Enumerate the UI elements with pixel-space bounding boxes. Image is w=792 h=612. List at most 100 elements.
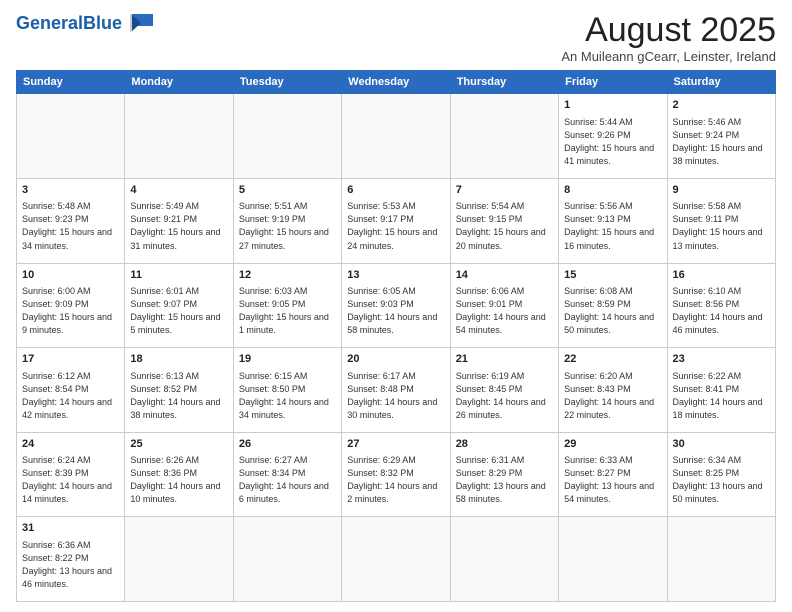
logo-text: GeneralBlue [16, 14, 122, 32]
col-monday: Monday [125, 71, 233, 94]
table-row: 8Sunrise: 5:56 AM Sunset: 9:13 PM Daylig… [559, 178, 667, 263]
day-number: 26 [239, 437, 336, 452]
day-number: 23 [673, 352, 770, 367]
day-info: Sunrise: 6:08 AM Sunset: 8:59 PM Dayligh… [564, 285, 661, 337]
day-info: Sunrise: 6:31 AM Sunset: 8:29 PM Dayligh… [456, 454, 553, 506]
table-row [450, 94, 558, 179]
day-info: Sunrise: 6:36 AM Sunset: 8:22 PM Dayligh… [22, 539, 119, 591]
day-number: 8 [564, 183, 661, 198]
day-number: 7 [456, 183, 553, 198]
header: GeneralBlue August 2025 An Muileann gCea… [16, 12, 776, 64]
table-row [233, 94, 341, 179]
page: GeneralBlue August 2025 An Muileann gCea… [0, 0, 792, 612]
day-info: Sunrise: 5:58 AM Sunset: 9:11 PM Dayligh… [673, 200, 770, 252]
table-row: 17 Sunrise: 6:12 AM Sunset: 8:54 PM Dayli… [17, 348, 125, 433]
day-info: Sunrise: 5:49 AM Sunset: 9:21 PM Dayligh… [130, 200, 227, 252]
table-row [450, 517, 558, 602]
day-number: 29 [564, 437, 661, 452]
table-row: 13 Sunrise: 6:05 AM Sunset: 9:03 PM Dayli… [342, 263, 450, 348]
day-number: 15 [564, 268, 661, 283]
table-row: 25 Sunrise: 6:26 AM Sunset: 8:36 PM Dayli… [125, 432, 233, 517]
table-row [125, 517, 233, 602]
table-row [342, 517, 450, 602]
col-tuesday: Tuesday [233, 71, 341, 94]
logo-general: General [16, 13, 83, 33]
day-info: Sunrise: 6:00 AM Sunset: 9:09 PM Dayligh… [22, 285, 119, 337]
day-number: 12 [239, 268, 336, 283]
table-row: 30 Sunrise: 6:34 AM Sunset: 8:25 PM Dayli… [667, 432, 775, 517]
table-row [233, 517, 341, 602]
calendar-table: Sunday Monday Tuesday Wednesday Thursday… [16, 70, 776, 602]
day-info: Sunrise: 6:29 AM Sunset: 8:32 PM Dayligh… [347, 454, 444, 506]
day-number: 1 [564, 98, 661, 113]
table-row: 20 Sunrise: 6:17 AM Sunset: 8:48 PM Dayli… [342, 348, 450, 433]
table-row: 18Sunrise: 6:13 AM Sunset: 8:52 PM Dayli… [125, 348, 233, 433]
table-row [17, 94, 125, 179]
day-info: Sunrise: 6:10 AM Sunset: 8:56 PM Dayligh… [673, 285, 770, 337]
day-info: Sunrise: 6:27 AM Sunset: 8:34 PM Dayligh… [239, 454, 336, 506]
table-row: 28 Sunrise: 6:31 AM Sunset: 8:29 PM Dayli… [450, 432, 558, 517]
day-info: Sunrise: 6:33 AM Sunset: 8:27 PM Dayligh… [564, 454, 661, 506]
table-row: 5 Sunrise: 5:51 AM Sunset: 9:19 PM Daylig… [233, 178, 341, 263]
day-number: 31 [22, 521, 119, 536]
table-row: 7 Sunrise: 5:54 AM Sunset: 9:15 PM Daylig… [450, 178, 558, 263]
day-info: Sunrise: 6:05 AM Sunset: 9:03 PM Dayligh… [347, 285, 444, 337]
col-sunday: Sunday [17, 71, 125, 94]
table-row: 2Sunrise: 5:46 AM Sunset: 9:24 PM Daylig… [667, 94, 775, 179]
day-number: 20 [347, 352, 444, 367]
day-number: 28 [456, 437, 553, 452]
col-wednesday: Wednesday [342, 71, 450, 94]
logo-icon [127, 12, 155, 34]
col-saturday: Saturday [667, 71, 775, 94]
day-info: Sunrise: 5:54 AM Sunset: 9:15 PM Dayligh… [456, 200, 553, 252]
calendar-title: August 2025 [561, 12, 776, 49]
table-row: 19Sunrise: 6:15 AM Sunset: 8:50 PM Dayli… [233, 348, 341, 433]
day-info: Sunrise: 6:03 AM Sunset: 9:05 PM Dayligh… [239, 285, 336, 337]
day-info: Sunrise: 5:53 AM Sunset: 9:17 PM Dayligh… [347, 200, 444, 252]
day-info: Sunrise: 5:51 AM Sunset: 9:19 PM Dayligh… [239, 200, 336, 252]
table-row: 15 Sunrise: 6:08 AM Sunset: 8:59 PM Dayli… [559, 263, 667, 348]
day-number: 5 [239, 183, 336, 198]
day-info: Sunrise: 6:12 AM Sunset: 8:54 PM Dayligh… [22, 370, 119, 422]
day-number: 25 [130, 437, 227, 452]
day-number: 14 [456, 268, 553, 283]
table-row [559, 517, 667, 602]
day-number: 11 [130, 268, 227, 283]
logo-blue: Blue [83, 13, 122, 33]
table-row [125, 94, 233, 179]
day-info: Sunrise: 6:34 AM Sunset: 8:25 PM Dayligh… [673, 454, 770, 506]
table-row: 27 Sunrise: 6:29 AM Sunset: 8:32 PM Dayli… [342, 432, 450, 517]
title-block: August 2025 An Muileann gCearr, Leinster… [561, 12, 776, 64]
day-number: 10 [22, 268, 119, 283]
day-info: Sunrise: 6:26 AM Sunset: 8:36 PM Dayligh… [130, 454, 227, 506]
table-row: 14 Sunrise: 6:06 AM Sunset: 9:01 PM Dayli… [450, 263, 558, 348]
calendar-subtitle: An Muileann gCearr, Leinster, Ireland [561, 49, 776, 64]
day-number: 17 [22, 352, 119, 367]
day-info: Sunrise: 5:44 AM Sunset: 9:26 PM Dayligh… [564, 116, 661, 168]
day-info: Sunrise: 6:06 AM Sunset: 9:01 PM Dayligh… [456, 285, 553, 337]
table-row: 24Sunrise: 6:24 AM Sunset: 8:39 PM Dayli… [17, 432, 125, 517]
col-friday: Friday [559, 71, 667, 94]
day-info: Sunrise: 5:48 AM Sunset: 9:23 PM Dayligh… [22, 200, 119, 252]
logo: GeneralBlue [16, 12, 155, 34]
table-row: 3 Sunrise: 5:48 AM Sunset: 9:23 PM Daylig… [17, 178, 125, 263]
day-number: 30 [673, 437, 770, 452]
day-number: 13 [347, 268, 444, 283]
table-row: 31 Sunrise: 6:36 AM Sunset: 8:22 PM Dayli… [17, 517, 125, 602]
day-info: Sunrise: 6:01 AM Sunset: 9:07 PM Dayligh… [130, 285, 227, 337]
day-number: 18 [130, 352, 227, 367]
table-row: 9Sunrise: 5:58 AM Sunset: 9:11 PM Daylig… [667, 178, 775, 263]
day-info: Sunrise: 6:20 AM Sunset: 8:43 PM Dayligh… [564, 370, 661, 422]
day-number: 27 [347, 437, 444, 452]
day-info: Sunrise: 6:19 AM Sunset: 8:45 PM Dayligh… [456, 370, 553, 422]
day-number: 22 [564, 352, 661, 367]
day-info: Sunrise: 6:22 AM Sunset: 8:41 PM Dayligh… [673, 370, 770, 422]
day-number: 4 [130, 183, 227, 198]
day-number: 6 [347, 183, 444, 198]
table-row: 23 Sunrise: 6:22 AM Sunset: 8:41 PM Dayli… [667, 348, 775, 433]
day-number: 21 [456, 352, 553, 367]
day-info: Sunrise: 6:17 AM Sunset: 8:48 PM Dayligh… [347, 370, 444, 422]
table-row [667, 517, 775, 602]
day-number: 3 [22, 183, 119, 198]
day-info: Sunrise: 6:15 AM Sunset: 8:50 PM Dayligh… [239, 370, 336, 422]
